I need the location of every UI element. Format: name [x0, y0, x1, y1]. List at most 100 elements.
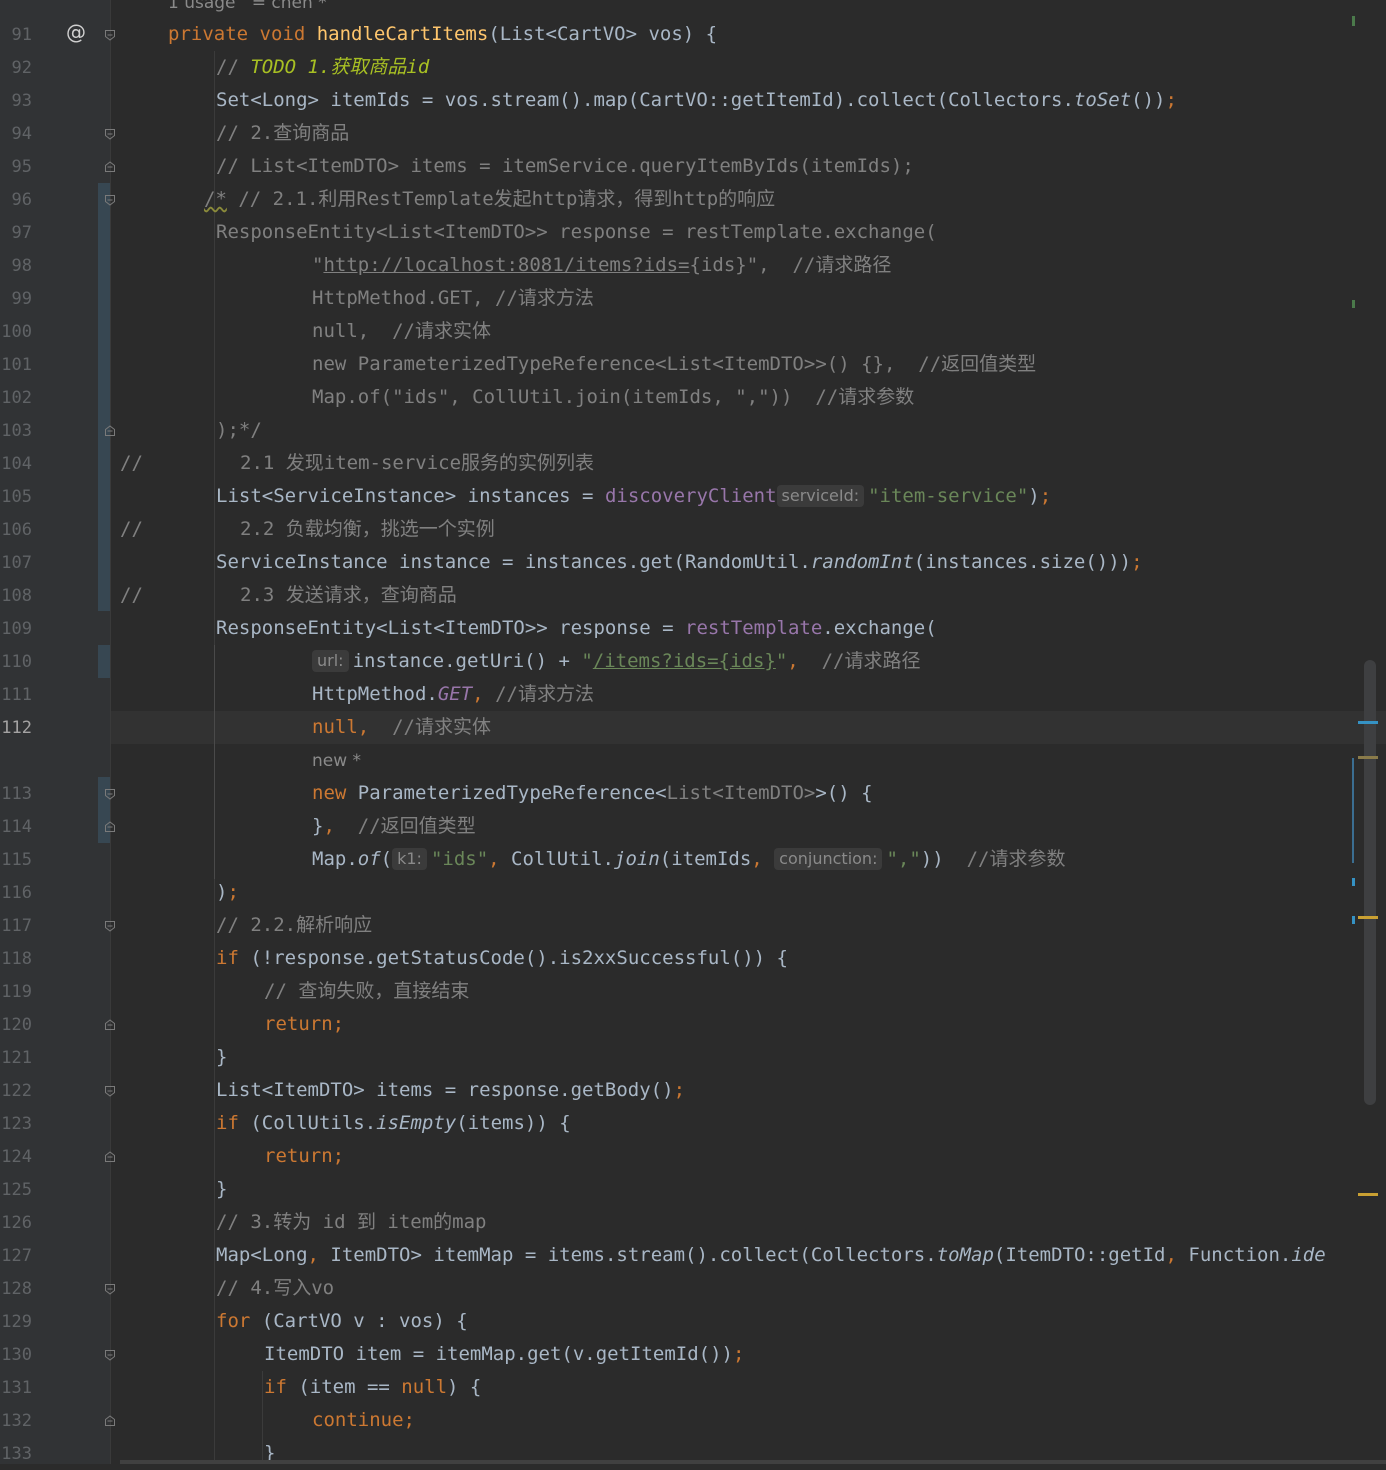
code-line-92[interactable]: // TODO 1.获取商品id [216, 51, 1372, 84]
implementation-icon[interactable]: @ [66, 20, 86, 44]
line-number[interactable]: 130 [0, 1345, 32, 1365]
code-line-128[interactable]: // 4.写入vo [216, 1272, 1372, 1305]
line-number[interactable]: 117 [0, 916, 32, 936]
code-line-105[interactable]: List<ServiceInstance> instances = discov… [216, 480, 1372, 513]
line-number[interactable]: 113 [0, 784, 32, 804]
fold-expand-icon[interactable] [104, 788, 116, 800]
line-number[interactable]: 107 [0, 553, 32, 573]
line-number[interactable]: 95 [0, 157, 32, 177]
fold-collapse-icon[interactable] [104, 1019, 116, 1031]
code-line-99[interactable]: HttpMethod.GET, //请求方法 [312, 282, 1372, 315]
usage-lens[interactable]: 1 usage ≗ chen * [168, 0, 327, 13]
line-number[interactable]: 105 [0, 487, 32, 507]
line-number[interactable]: 119 [0, 982, 32, 1002]
code-line-107[interactable]: ServiceInstance instance = instances.get… [216, 546, 1372, 579]
fold-expand-icon[interactable] [104, 1283, 116, 1295]
line-number[interactable]: 100 [0, 322, 32, 342]
code-lens[interactable]: 1 usage ≗ chen * [168, 0, 1372, 19]
line-number[interactable]: 96 [0, 190, 32, 210]
fold-collapse-icon[interactable] [104, 821, 116, 833]
code-line-120[interactable]: return; [264, 1008, 1372, 1041]
line-number[interactable]: 101 [0, 355, 32, 375]
code-line-108[interactable]: // 2.3 发送请求，查询商品 [120, 579, 1372, 612]
fold-collapse-icon[interactable] [104, 1151, 116, 1163]
fold-expand-icon[interactable] [104, 920, 116, 932]
code-line-103[interactable]: );*/ [216, 414, 1372, 447]
fold-collapse-icon[interactable] [104, 425, 116, 437]
line-number[interactable]: 114 [0, 817, 32, 837]
code-line-112[interactable]: null, //请求实体 [312, 711, 1372, 744]
line-number[interactable]: 127 [0, 1246, 32, 1266]
line-number[interactable]: 124 [0, 1147, 32, 1167]
code-line-118[interactable]: if (!response.getStatusCode().is2xxSucce… [216, 942, 1372, 975]
line-number[interactable]: 111 [0, 685, 32, 705]
line-number[interactable]: 121 [0, 1048, 32, 1068]
vcs-change-marker[interactable] [98, 777, 110, 843]
fold-expand-icon[interactable] [104, 1085, 116, 1097]
code-line-131[interactable]: if (item == null) { [264, 1371, 1372, 1404]
line-number[interactable]: 112 [0, 718, 32, 738]
code-line-126[interactable]: // 3.转为 id 到 item的map [216, 1206, 1372, 1239]
url-string[interactable]: /items?ids={ids} [593, 650, 776, 672]
fold-expand-icon[interactable] [104, 194, 116, 206]
code-line-104[interactable]: // 2.1 发现item-service服务的实例列表 [120, 447, 1372, 480]
warning-marker[interactable] [1358, 916, 1378, 919]
fold-collapse-icon[interactable] [104, 1415, 116, 1427]
info-marker[interactable] [1352, 916, 1355, 924]
code-line-101[interactable]: new ParameterizedTypeReference<List<Item… [312, 348, 1372, 381]
code-line-125[interactable]: } [216, 1173, 1372, 1206]
info-marker[interactable] [1352, 878, 1355, 886]
fold-expand-icon[interactable] [104, 128, 116, 140]
line-number[interactable]: 129 [0, 1312, 32, 1332]
code-line-122[interactable]: List<ItemDTO> items = response.getBody()… [216, 1074, 1372, 1107]
code-line-116[interactable]: ); [216, 876, 1372, 909]
comment-url[interactable]: http://localhost:8081/items?ids= [323, 254, 689, 276]
code-line-95[interactable]: // List<ItemDTO> items = itemService.que… [216, 150, 1372, 183]
code-line-127[interactable]: Map<Long, ItemDTO> itemMap = items.strea… [216, 1239, 1386, 1272]
line-number[interactable]: 131 [0, 1378, 32, 1398]
horizontal-scrollbar[interactable] [120, 1460, 1386, 1464]
code-line-113[interactable]: new ParameterizedTypeReference<List<Item… [312, 777, 1372, 810]
line-number[interactable]: 97 [0, 223, 32, 243]
code-line-132[interactable]: continue; [312, 1404, 1372, 1437]
line-number[interactable]: 98 [0, 256, 32, 276]
code-line-114[interactable]: }, //返回值类型 [312, 810, 1372, 843]
vcs-change-marker[interactable] [98, 183, 110, 611]
vertical-scrollbar[interactable] [1364, 660, 1376, 1105]
error-stripe-marker[interactable] [1352, 300, 1355, 308]
line-number[interactable]: 94 [0, 124, 32, 144]
line-number[interactable]: 116 [0, 883, 32, 903]
code-line-91[interactable]: private void handleCartItems(List<CartVO… [168, 18, 1372, 51]
code-line-110[interactable]: url: instance.getUri() + "/items?ids={ids… [312, 645, 1372, 678]
line-number[interactable]: 106 [0, 520, 32, 540]
line-number[interactable]: 93 [0, 91, 32, 111]
line-number[interactable]: 133 [0, 1444, 32, 1464]
code-line-94[interactable]: // 2.查询商品 [216, 117, 1372, 150]
code-line-133[interactable]: } [264, 1437, 1372, 1470]
code-line-111[interactable]: HttpMethod.GET, //请求方法 [312, 678, 1372, 711]
code-line-117[interactable]: // 2.2.解析响应 [216, 909, 1372, 942]
line-number[interactable]: 115 [0, 850, 32, 870]
code-lens-new[interactable]: new * [312, 744, 1372, 777]
line-number[interactable]: 99 [0, 289, 32, 309]
line-number[interactable]: 120 [0, 1015, 32, 1035]
line-number[interactable]: 132 [0, 1411, 32, 1431]
line-number[interactable]: 125 [0, 1180, 32, 1200]
code-line-98[interactable]: "http://localhost:8081/items?ids={ids}",… [312, 249, 1372, 282]
error-stripe-marker[interactable] [1352, 16, 1355, 26]
line-number[interactable]: 103 [0, 421, 32, 441]
line-number[interactable]: 102 [0, 388, 32, 408]
vcs-change-marker[interactable] [98, 645, 110, 678]
line-number[interactable]: 122 [0, 1081, 32, 1101]
code-line-96[interactable]: /* // 2.1.利用RestTemplate发起http请求，得到http的… [204, 183, 1372, 216]
code-line-121[interactable]: } [216, 1041, 1372, 1074]
code-line-124[interactable]: return; [264, 1140, 1372, 1173]
code-line-129[interactable]: for (CartVO v : vos) { [216, 1305, 1372, 1338]
line-number[interactable]: 91 [0, 25, 32, 45]
new-lens[interactable]: new * [312, 751, 361, 771]
code-line-100[interactable]: null, //请求实体 [312, 315, 1372, 348]
line-number[interactable]: 92 [0, 58, 32, 78]
code-line-106[interactable]: // 2.2 负载均衡，挑选一个实例 [120, 513, 1372, 546]
fold-collapse-icon[interactable] [104, 161, 116, 173]
code-line-130[interactable]: ItemDTO item = itemMap.get(v.getItemId()… [264, 1338, 1372, 1371]
